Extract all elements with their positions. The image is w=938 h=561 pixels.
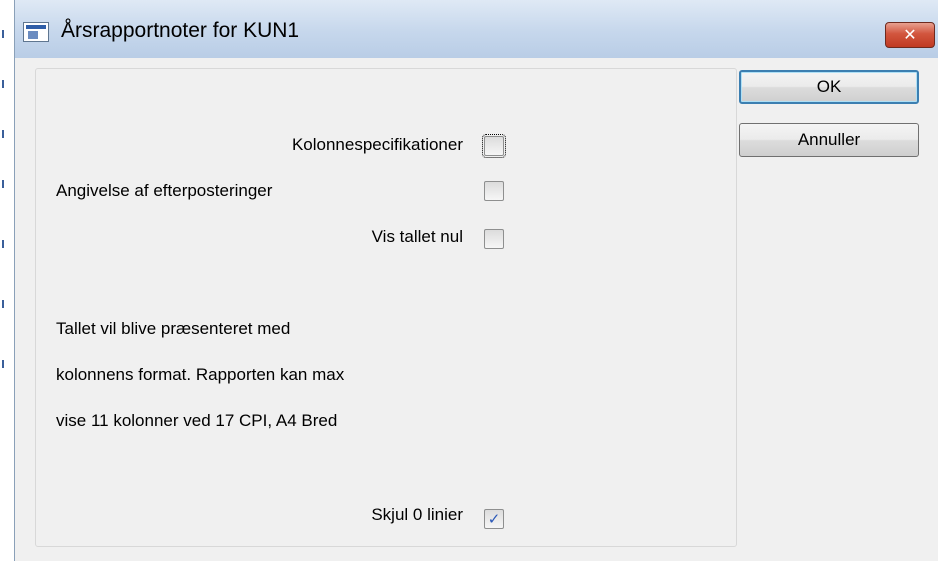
kolonnespec-checkbox[interactable] [482, 134, 506, 158]
info-text-line-1: Tallet vil blive præsenteret med [56, 319, 291, 338]
kolonnespec-label: Kolonnespecifikationer [291, 135, 463, 154]
background-text-fragment [2, 80, 11, 88]
efterposteringer-checkbox[interactable] [484, 181, 504, 201]
cancel-button[interactable]: Annuller [739, 123, 919, 157]
background-text-fragment [2, 30, 11, 38]
checkmark-icon: ✓ [487, 510, 501, 528]
info-text-line-3: vise 11 kolonner ved 17 CPI, A4 Bred [56, 411, 338, 430]
app-window-icon [23, 22, 49, 42]
window-title: Årsrapportnoter for KUN1 [61, 19, 300, 42]
close-icon: ✕ [903, 27, 917, 44]
background-text-fragment [2, 300, 11, 308]
info-text-line-2: kolonnens format. Rapporten kan max [56, 365, 345, 384]
title-bar[interactable]: Årsrapportnoter for KUN1 ✕ [15, 0, 938, 58]
vis-nul-checkbox[interactable] [484, 229, 504, 249]
close-button[interactable]: ✕ [885, 22, 935, 48]
efterposteringer-label: Angivelse af efterposteringer [56, 181, 273, 200]
ok-button[interactable]: OK [739, 70, 919, 104]
background-text-fragment [2, 180, 11, 188]
background-window-edge [0, 0, 15, 561]
skjul-linier-checkbox[interactable]: ✓ [484, 509, 504, 529]
dialog-window: Årsrapportnoter for KUN1 ✕ Kolonnespecif… [14, 0, 938, 561]
dialog-content: Kolonnespecifikationer Angivelse af efte… [15, 58, 938, 561]
background-text-fragment [2, 240, 11, 248]
background-text-fragment [2, 360, 11, 368]
skjul-linier-label: Skjul 0 linier [371, 505, 463, 524]
options-group: Kolonnespecifikationer Angivelse af efte… [35, 68, 737, 547]
vis-nul-label: Vis tallet nul [371, 227, 463, 246]
background-text-fragment [2, 130, 11, 138]
